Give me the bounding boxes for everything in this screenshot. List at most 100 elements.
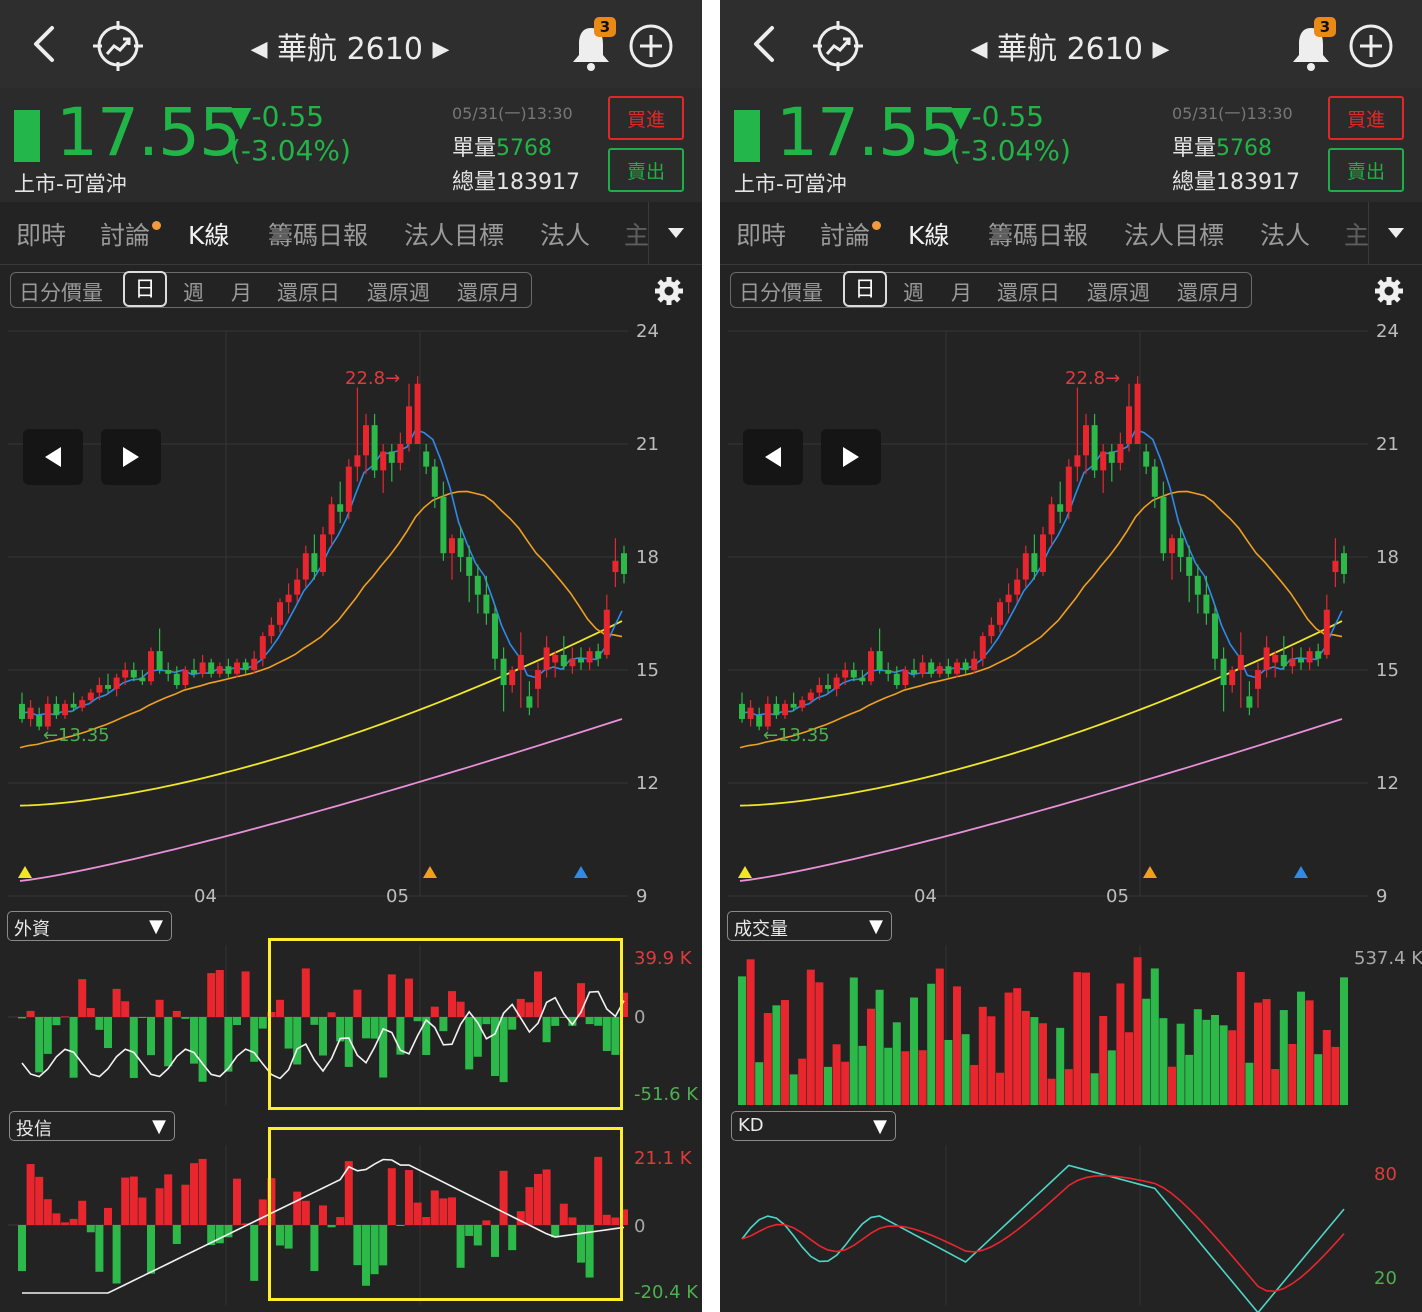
gear-icon[interactable] <box>654 276 684 306</box>
kline-chart[interactable] <box>0 315 702 915</box>
period-month[interactable]: 月 <box>231 277 252 307</box>
volume-bar <box>1331 1046 1340 1105</box>
candle <box>1108 451 1115 463</box>
screen-right: ◀ 華航 2610 ▶ 3 17.55 ▼-0.55 (-3.04%) 上市-可… <box>720 0 1422 1312</box>
period-week[interactable]: 週 <box>183 277 204 307</box>
tab-more-button[interactable] <box>648 202 702 264</box>
scroll-right-button[interactable] <box>101 429 161 485</box>
volume-bar <box>798 1058 807 1105</box>
flow-bar <box>155 999 164 1017</box>
sell-button[interactable]: 賣出 <box>608 148 684 192</box>
tab-target[interactable]: 法人目標 <box>1124 216 1224 252</box>
play-left-icon <box>45 447 61 467</box>
y-tick: 18 <box>636 547 659 568</box>
prev-stock-arrow-icon[interactable]: ◀ <box>251 37 268 62</box>
flow-bar <box>121 1177 130 1225</box>
indicator1-select[interactable]: 成交量 ▼ <box>727 911 892 941</box>
tab-main[interactable]: 主 <box>624 216 649 252</box>
indicator1-select[interactable]: 外資 ▼ <box>7 911 172 941</box>
candle <box>612 560 619 573</box>
buy-button[interactable]: 買進 <box>1328 96 1404 140</box>
candle <box>19 703 25 719</box>
tab-chip-daily[interactable]: 籌碼日報 <box>988 216 1088 252</box>
tab-realtime[interactable]: 即時 <box>736 216 786 252</box>
tab-discussion[interactable]: 討論 <box>820 216 882 252</box>
tab-target[interactable]: 法人目標 <box>404 216 504 252</box>
volume-bar <box>1030 1017 1039 1105</box>
period-adj-day[interactable]: 還原日 <box>277 277 340 307</box>
signal-triangle-icon <box>574 866 588 878</box>
tab-institutional[interactable]: 法人 <box>540 216 590 252</box>
tab-discussion[interactable]: 討論 <box>100 216 162 252</box>
trend-logo-icon[interactable] <box>90 18 146 74</box>
candle <box>816 685 823 693</box>
flow-bar <box>129 1176 138 1225</box>
volume-chart[interactable] <box>720 945 1422 1110</box>
candle <box>739 703 745 719</box>
sell-button[interactable]: 賣出 <box>1328 148 1404 192</box>
period-month[interactable]: 月 <box>951 277 972 307</box>
flow-bar <box>172 1225 181 1245</box>
candle <box>868 651 874 682</box>
tab-realtime[interactable]: 即時 <box>16 216 66 252</box>
scroll-left-button[interactable] <box>743 429 803 485</box>
tab-main[interactable]: 主 <box>1344 216 1369 252</box>
stock-title[interactable]: ◀ 華航 2610 ▶ <box>230 24 470 68</box>
candle <box>1212 613 1218 659</box>
tab-institutional[interactable]: 法人 <box>1260 216 1310 252</box>
add-icon[interactable] <box>1348 23 1394 69</box>
back-arrow-icon[interactable] <box>748 24 780 64</box>
period-day[interactable]: 日 <box>123 271 167 307</box>
back-arrow-icon[interactable] <box>28 24 60 64</box>
x-tick: 04 <box>914 886 937 907</box>
buy-button[interactable]: 買進 <box>608 96 684 140</box>
period-adj-week[interactable]: 還原週 <box>1087 277 1150 307</box>
tab-chip-daily[interactable]: 籌碼日報 <box>268 216 368 252</box>
candle <box>259 636 266 659</box>
candle <box>53 703 60 716</box>
indicator2-select[interactable]: KD ▼ <box>731 1111 896 1141</box>
candle <box>535 670 541 689</box>
period-adj-week[interactable]: 還原週 <box>367 277 430 307</box>
volume-bar <box>1150 968 1159 1105</box>
x-tick: 05 <box>1106 886 1129 907</box>
tab-kline[interactable]: K線 <box>188 216 229 252</box>
tab-more-button[interactable] <box>1368 202 1422 264</box>
trend-logo-icon[interactable] <box>810 18 866 74</box>
price-change: ▼-0.55 <box>230 100 324 133</box>
flow-bar <box>181 1184 190 1225</box>
kd-chart[interactable] <box>720 1145 1422 1312</box>
volume-bar <box>1322 1029 1331 1105</box>
next-stock-arrow-icon[interactable]: ▶ <box>432 37 449 62</box>
candle <box>466 557 473 576</box>
candle <box>621 553 627 574</box>
period-adj-day[interactable]: 還原日 <box>997 277 1060 307</box>
tab-kline[interactable]: K線 <box>908 216 949 252</box>
period-adj-month[interactable]: 還原月 <box>1177 277 1240 307</box>
volume-bar <box>1314 1054 1323 1105</box>
candle <box>1246 696 1253 708</box>
next-stock-arrow-icon[interactable]: ▶ <box>1152 37 1169 62</box>
prev-stock-arrow-icon[interactable]: ◀ <box>971 37 988 62</box>
flow-bar <box>43 1199 52 1225</box>
period-intraday-volume[interactable]: 日分價量 <box>739 277 823 307</box>
period-intraday-volume[interactable]: 日分價量 <box>19 277 103 307</box>
period-week[interactable]: 週 <box>903 277 924 307</box>
period-day[interactable]: 日 <box>843 271 887 307</box>
scroll-right-button[interactable] <box>821 429 881 485</box>
period-adj-month[interactable]: 還原月 <box>457 277 520 307</box>
gear-icon[interactable] <box>1374 276 1404 306</box>
candle <box>1126 406 1132 444</box>
add-icon[interactable] <box>628 23 674 69</box>
flow-bar <box>138 1197 147 1225</box>
candle <box>208 662 215 674</box>
stock-title[interactable]: ◀ 華航 2610 ▶ <box>950 24 1190 68</box>
candle <box>182 670 189 686</box>
market-label: 上市-可當沖 <box>14 172 127 196</box>
kline-chart[interactable] <box>720 315 1422 915</box>
scroll-left-button[interactable] <box>23 429 83 485</box>
tab-label: 討論 <box>820 221 871 250</box>
indicator2-select[interactable]: 投信 ▼ <box>9 1111 175 1141</box>
volume-bar <box>1021 1010 1030 1105</box>
candle <box>971 658 978 670</box>
